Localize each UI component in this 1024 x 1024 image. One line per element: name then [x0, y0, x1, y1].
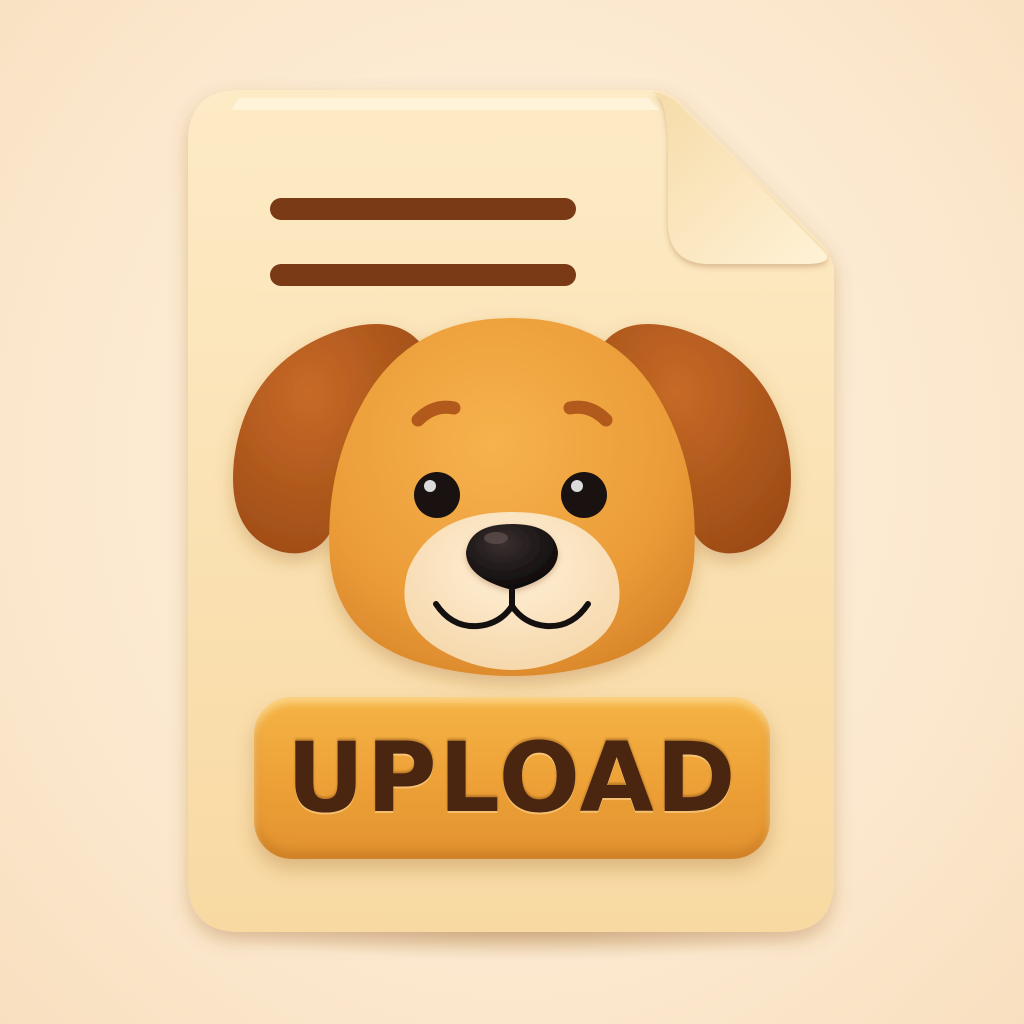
upload-button-label: UPLOAD	[286, 722, 738, 834]
document-text-line	[270, 264, 576, 286]
document-text-line	[270, 198, 576, 220]
upload-button[interactable]: UPLOAD	[254, 697, 770, 859]
document-fold	[650, 92, 828, 264]
dog-eye-right	[561, 472, 607, 518]
document-icon	[188, 90, 834, 932]
upload-illustration: UPLOAD	[0, 0, 1024, 1024]
dog-eye-left	[414, 472, 460, 518]
